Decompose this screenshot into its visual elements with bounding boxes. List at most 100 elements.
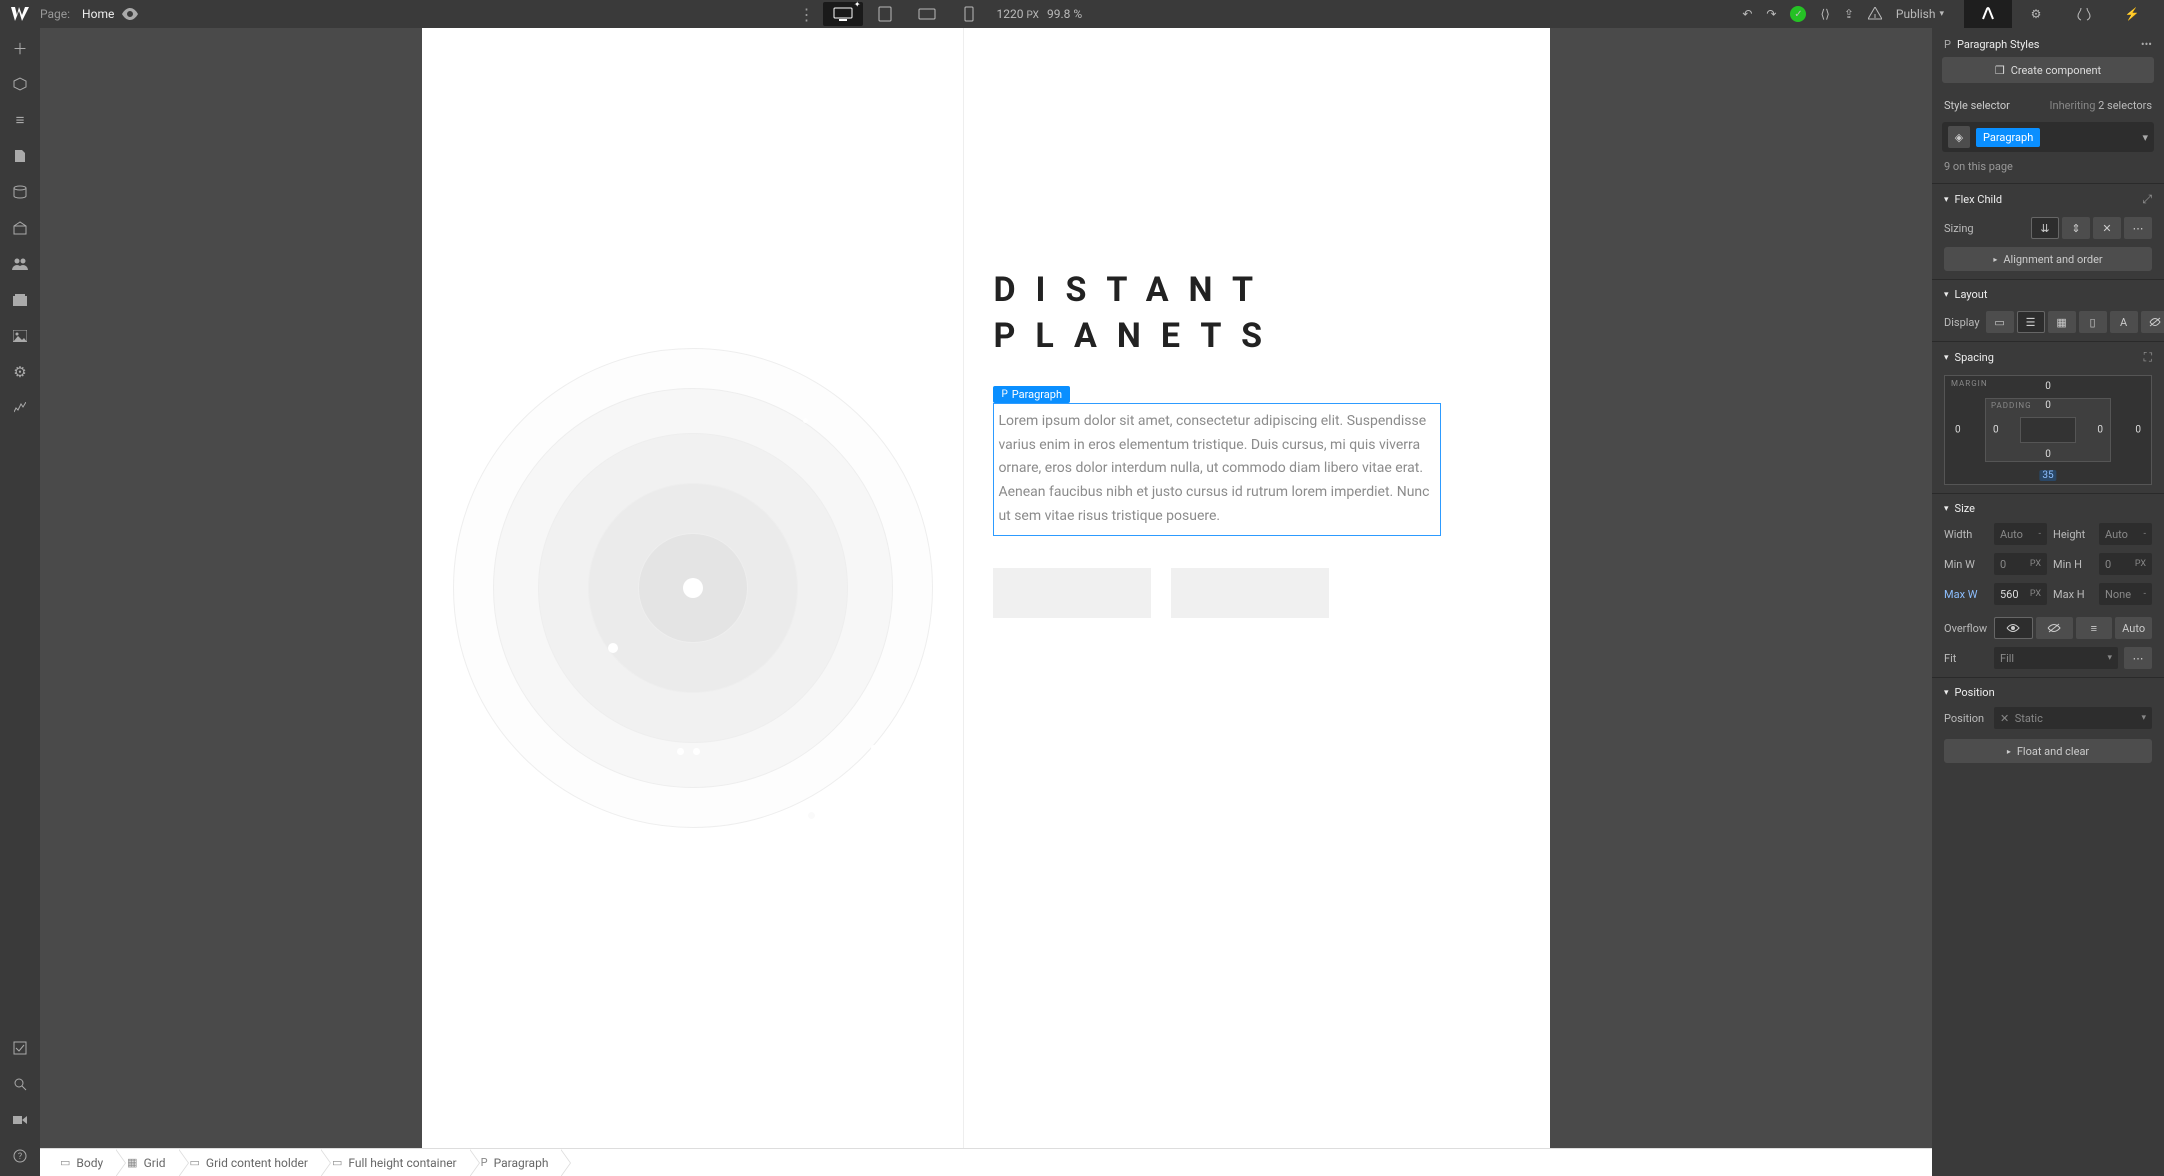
width-label: Width [1944,528,1988,541]
search-icon[interactable] [8,1072,32,1096]
tablet-breakpoint-button[interactable] [865,2,905,26]
overflow-visible-button[interactable] [1994,617,2033,639]
left-toolbar: ＋ ≡ ⚙ ? [0,28,40,1176]
audit-icon[interactable] [1868,7,1882,21]
height-input[interactable]: Auto- [2099,523,2152,545]
width-input[interactable]: Auto- [1994,523,2047,545]
inherit-icon[interactable]: ⤢ [2142,192,2152,207]
symbols-icon[interactable] [8,72,32,96]
preview-eye-icon[interactable] [122,8,138,20]
crumb-paragraph[interactable]: PParagraph [469,1149,561,1176]
placeholder-button-2[interactable] [1171,568,1329,618]
sizing-none-button[interactable]: ✕ [2093,217,2121,239]
viewport-width[interactable]: 1220 PX [997,7,1039,21]
display-grid-button[interactable]: ▦ [2048,311,2076,333]
style-tab-icon[interactable] [1964,0,2012,28]
display-block-button[interactable]: ▭ [1986,311,2014,333]
crumb-full-height[interactable]: ▭Full height container [320,1149,469,1176]
pages-icon[interactable] [8,144,32,168]
display-flex-button[interactable]: ☰ [2017,311,2045,333]
crumb-grid[interactable]: ▦Grid [115,1149,177,1176]
audit-icon[interactable] [8,396,32,420]
more-menu-icon[interactable]: ⋮ [799,5,815,24]
interactions-tab-icon[interactable] [2060,0,2108,28]
fit-select[interactable]: Fill▾ [1994,647,2118,669]
maxh-input[interactable]: None- [2099,583,2152,605]
cms-icon[interactable] [8,180,32,204]
publish-button[interactable]: Publish ▾ [1896,7,1944,21]
padding-right-input[interactable]: 0 [2097,425,2103,436]
design-canvas[interactable]: DISTANTPLANETS PParagraph Lorem ipsum do… [422,28,1550,1148]
spacing-expand-icon[interactable]: ⛶ [2144,350,2152,365]
float-clear-toggle[interactable]: ▸Float and clear [1944,739,2152,763]
assets-icon[interactable] [8,288,32,312]
selected-paragraph[interactable]: Lorem ipsum dolor sit amet, consectetur … [993,403,1441,536]
redo-icon[interactable]: ↷ [1766,7,1776,21]
position-select[interactable]: ✕ Static▾ [1994,707,2152,729]
mobile-breakpoint-button[interactable] [949,2,989,26]
layout-section-header[interactable]: ▾Layout [1944,288,2152,301]
overflow-auto-button[interactable]: Auto [2115,617,2152,639]
overflow-scroll-button[interactable]: ≡ [2076,617,2113,639]
add-element-icon[interactable]: ＋ [8,36,32,60]
sizing-shrink-button[interactable]: ⇊ [2031,217,2059,239]
height-label: Height [2053,528,2093,541]
chevron-down-icon[interactable]: ▾ [2142,131,2148,144]
spacing-section-header[interactable]: ▾Spacing⛶ [1944,350,2152,365]
video-icon[interactable] [8,1108,32,1132]
status-ok-icon[interactable]: ✓ [1790,6,1806,22]
sizing-grow-button[interactable]: ⇕ [2062,217,2090,239]
margin-bottom-input[interactable]: 35 [2039,470,2056,481]
settings-icon[interactable]: ⚙ [8,360,32,384]
zoom-level[interactable]: 99.8 % [1047,7,1082,21]
minh-label: Min H [2053,558,2093,571]
desktop-breakpoint-button[interactable] [823,2,863,26]
users-icon[interactable] [8,252,32,276]
panel-header-title: Paragraph Styles [1957,38,2040,51]
minw-input[interactable]: 0PX [1994,553,2047,575]
maxw-input[interactable]: 560PX [1994,583,2047,605]
tablet-landscape-breakpoint-button[interactable] [907,2,947,26]
selector-target-icon[interactable]: ◈ [1948,126,1970,148]
fit-more-button[interactable]: ⋯ [2124,647,2152,669]
checkbox-icon[interactable] [8,1036,32,1060]
size-section-header[interactable]: ▾Size [1944,502,2152,515]
page-name[interactable]: Home [82,7,114,21]
position-section-header[interactable]: ▾Position [1944,686,2152,699]
overflow-hidden-button[interactable] [2036,617,2073,639]
app-logo[interactable] [8,2,32,26]
margin-top-input[interactable]: 0 [2045,381,2051,392]
display-inline-button[interactable]: A [2110,311,2138,333]
undo-icon[interactable]: ↶ [1742,7,1752,21]
flex-child-section-header[interactable]: ▾Flex Child⤢ [1944,192,2152,207]
navigator-icon[interactable]: ≡ [8,108,32,132]
code-icon[interactable]: ⟨⟩ [1820,7,1829,21]
create-component-button[interactable]: ❒Create component [1942,57,2154,83]
sizing-more-button[interactable]: ⋯ [2124,217,2152,239]
crumb-body[interactable]: ▭Body [48,1149,115,1176]
display-inline-block-button[interactable]: ▯ [2079,311,2107,333]
settings-tab-icon[interactable]: ⚙ [2012,0,2060,28]
padding-left-input[interactable]: 0 [1993,425,1999,436]
effects-tab-icon[interactable]: ⚡ [2108,0,2156,28]
minh-input[interactable]: 0PX [2099,553,2152,575]
margin-right-input[interactable]: 0 [2135,425,2141,436]
crumb-grid-content[interactable]: ▭Grid content holder [178,1149,320,1176]
help-icon[interactable]: ? [8,1144,32,1168]
padding-bottom-input[interactable]: 0 [2045,449,2051,460]
padding-top-input[interactable]: 0 [2045,400,2051,411]
panel-more-icon[interactable]: ••• [2141,38,2152,51]
spacing-editor[interactable]: MARGIN 0 35 0 0 PADDING 0 0 0 0 [1944,375,2152,485]
ecommerce-icon[interactable] [8,216,32,240]
display-none-button[interactable] [2141,311,2164,333]
minw-label: Min W [1944,558,1988,571]
export-icon[interactable]: ⇪ [1844,7,1854,21]
selector-tag[interactable]: Paragraph [1976,128,2040,147]
heading[interactable]: DISTANTPLANETS [993,268,1490,360]
image-icon[interactable] [8,324,32,348]
selection-tag[interactable]: PParagraph [993,386,1070,403]
alignment-order-toggle[interactable]: ▸Alignment and order [1944,247,2152,271]
placeholder-button-1[interactable] [993,568,1151,618]
margin-left-input[interactable]: 0 [1955,425,1961,436]
selector-input[interactable]: ◈ Paragraph ▾ [1942,122,2154,152]
